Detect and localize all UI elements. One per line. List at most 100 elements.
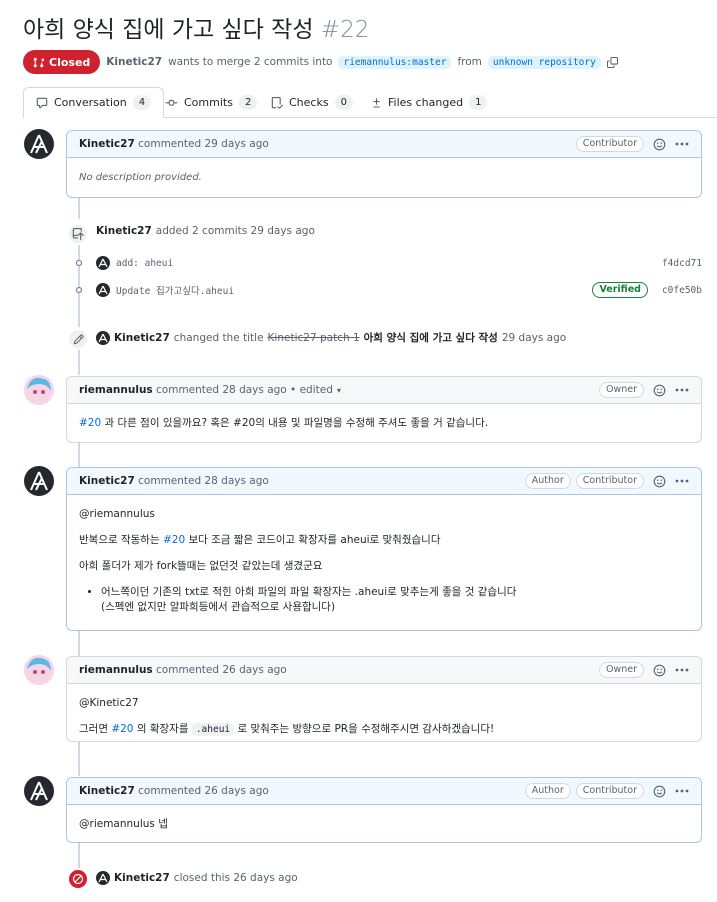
tab-files-label: Files changed	[388, 96, 464, 109]
commit-icon	[165, 99, 178, 106]
issue-link[interactable]: #20	[111, 723, 133, 735]
timeline-line	[78, 741, 80, 776]
event-text: changed the title	[173, 331, 264, 344]
comment-text: 의 확장자를	[133, 723, 192, 735]
issue-link[interactable]: #20	[163, 534, 185, 546]
contributor-badge: Contributor	[575, 136, 644, 152]
state-label: Closed	[49, 55, 91, 69]
head-branch[interactable]: unknown repository	[487, 55, 601, 69]
commit-dot-icon	[75, 259, 83, 267]
avatar[interactable]	[24, 655, 54, 685]
comment-author[interactable]: Kinetic27	[79, 785, 135, 797]
avatar[interactable]	[24, 375, 54, 405]
comment-body: @riemannulus 반복으로 작동하는 #20 보다 조금 짧은 코드이고…	[67, 495, 701, 627]
closed-event: Kinetic27 closed this 26 days ago	[96, 871, 298, 885]
kebab-horizontal-icon[interactable]	[675, 789, 689, 793]
smiley-icon[interactable]	[653, 785, 666, 798]
commit-sha[interactable]: f4dcd71	[662, 258, 702, 269]
kebab-horizontal-icon[interactable]	[675, 479, 689, 483]
smiley-icon[interactable]	[653, 664, 666, 677]
kebab-horizontal-icon[interactable]	[675, 142, 689, 146]
verified-badge[interactable]: Verified	[592, 282, 648, 298]
event-text: added 2 commits 29 days ago	[155, 225, 315, 237]
avatar-small[interactable]	[96, 256, 110, 270]
event-text: closed this 26 days ago	[173, 872, 298, 884]
comment-meta: commented 29 days ago	[138, 138, 269, 150]
comment-header: Kinetic27 commented 29 days ago Contribu…	[67, 131, 701, 158]
pr-author-link[interactable]: Kinetic27	[106, 56, 162, 68]
comment-author[interactable]: Kinetic27	[79, 138, 135, 150]
tab-conversation[interactable]: Conversation 4	[23, 87, 165, 118]
old-title: Kinetic27 patch 1	[267, 331, 360, 344]
issue-link[interactable]: #20	[79, 417, 101, 429]
base-branch[interactable]: riemannulus:master	[338, 55, 452, 69]
comment-body: @Kinetic27 그러면 #20 의 확장자를 .aheui 로 맞춰주는 …	[67, 684, 701, 741]
avatar-small[interactable]	[96, 283, 110, 297]
commit-dot-icon	[75, 286, 83, 294]
comment-card: Kinetic27 commented 26 days ago Author C…	[66, 777, 702, 843]
commit-message[interactable]: add: aheui	[116, 258, 173, 269]
tab-commits-count: 2	[238, 95, 258, 110]
event-author[interactable]: Kinetic27	[96, 225, 152, 237]
tab-commits[interactable]: Commits 2	[165, 87, 258, 118]
event-time: 29 days ago	[501, 331, 567, 344]
comment-meta: commented 26 days ago	[156, 664, 287, 676]
comment-paragraph: 그러면 #20 의 확장자를 .aheui 로 맞춰주는 방향으로 PR을 수정…	[79, 722, 689, 737]
owner-badge: Owner	[598, 382, 644, 398]
avatar[interactable]	[24, 466, 54, 496]
pr-title: 아희 양식 집에 가고 싶다 작성 #22	[23, 10, 369, 44]
avatar[interactable]	[24, 776, 54, 806]
contributor-badge: Contributor	[575, 783, 644, 799]
comment-card: Kinetic27 commented 28 days ago Author C…	[66, 467, 702, 631]
avatar[interactable]	[24, 129, 54, 159]
comment-paragraph: 반복으로 작동하는 #20 보다 조금 짧은 코드이고 확장자를 aheui로 …	[79, 533, 689, 548]
pr-number: #22	[320, 17, 370, 43]
tab-files-changed[interactable]: Files changed 1	[371, 87, 488, 118]
inline-code: .aheui	[191, 723, 235, 736]
comment-header: riemannulus commented 28 days ago • edit…	[67, 377, 701, 404]
commit-row: Update 집가고싶다.aheui Verified c0fe50b	[74, 282, 702, 298]
comment-paragraph: 아희 폴더가 제가 fork뜰때는 없던것 같았는데 생겼군요	[79, 560, 323, 572]
commit-sha[interactable]: c0fe50b	[662, 285, 702, 296]
event-author[interactable]: Kinetic27	[114, 872, 170, 884]
list-item-line: (스펙엔 없지만 알파희등에서 관습적으로 사용합니다)	[101, 601, 336, 613]
comment-author[interactable]: Kinetic27	[79, 475, 135, 487]
commits-event: Kinetic27 added 2 commits 29 days ago	[96, 225, 315, 237]
timeline-line	[78, 843, 80, 868]
list-item-line: 어느쪽이던 기존의 txt로 적힌 아희 파일의 파일 확장자는 .aheui로…	[101, 586, 517, 598]
copy-icon[interactable]	[606, 56, 618, 68]
smiley-icon[interactable]	[653, 138, 666, 151]
mention: @riemannulus	[79, 508, 155, 520]
tab-files-count: 1	[469, 95, 488, 110]
pencil-icon	[67, 328, 89, 350]
comment-card: riemannulus commented 28 days ago • edit…	[66, 376, 702, 443]
comment-author[interactable]: riemannulus	[79, 384, 153, 396]
comment-header: Kinetic27 commented 28 days ago Author C…	[67, 468, 701, 495]
kebab-horizontal-icon[interactable]	[675, 668, 689, 672]
commit-message[interactable]: Update 집가고싶다.aheui	[116, 283, 234, 297]
smiley-icon[interactable]	[653, 475, 666, 488]
comment-meta: commented 26 days ago	[138, 785, 269, 797]
pr-title-text: 아희 양식 집에 가고 싶다 작성	[23, 17, 314, 43]
commit-row: add: aheui f4dcd71	[74, 255, 702, 271]
pr-closed-icon	[33, 57, 44, 67]
merge-text: wants to merge 2 commits into	[168, 56, 333, 68]
smiley-icon[interactable]	[653, 384, 666, 397]
timeline-line	[78, 442, 80, 467]
chevron-down-icon[interactable]: ▾	[337, 386, 341, 395]
list-item: 어느쪽이던 기존의 txt로 적힌 아희 파일의 파일 확장자는 .aheui로…	[101, 585, 689, 615]
comment-author[interactable]: riemannulus	[79, 664, 153, 676]
tab-checks-label: Checks	[289, 96, 329, 109]
comment-body: No description provided.	[79, 172, 202, 183]
tab-checks[interactable]: Checks 0	[271, 87, 353, 118]
avatar-small[interactable]	[96, 330, 110, 345]
comment-icon	[36, 97, 48, 108]
comment-meta: commented 28 days ago • edited	[156, 384, 333, 396]
tab-conversation-label: Conversation	[54, 96, 127, 109]
tab-commits-label: Commits	[184, 96, 233, 109]
kebab-horizontal-icon[interactable]	[675, 388, 689, 392]
avatar-small[interactable]	[96, 871, 110, 885]
event-author[interactable]: Kinetic27	[114, 332, 170, 344]
rename-event: Kinetic27 changed the title Kinetic27 pa…	[96, 330, 566, 345]
mention: @Kinetic27	[79, 697, 139, 709]
